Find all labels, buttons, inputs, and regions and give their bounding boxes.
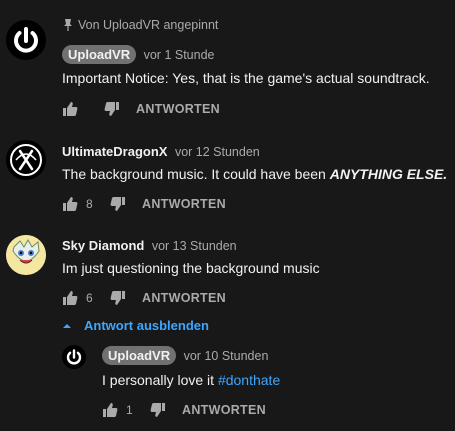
comment-timestamp[interactable]: vor 1 Stunde — [144, 48, 215, 62]
comment-timestamp[interactable]: vor 13 Stunden — [152, 239, 237, 253]
comment-text: The background music. It could have been… — [62, 166, 447, 182]
avatar-uploadvr[interactable] — [6, 20, 46, 60]
hashtag-link[interactable]: #donthate — [218, 372, 280, 388]
comment-text: Im just questioning the background music — [62, 260, 320, 276]
dragon-logo-icon — [6, 140, 46, 180]
like-count: 1 — [126, 403, 133, 417]
comment-actions: ANTWORTEN — [62, 99, 220, 119]
pinned-indicator: Von UploadVR angepinnt — [62, 18, 218, 32]
comment-header: UltimateDragonX vor 12 Stunden — [62, 144, 260, 159]
thumbs-up-icon[interactable] — [102, 402, 118, 418]
reply-button[interactable]: ANTWORTEN — [142, 197, 226, 211]
reply-text-main: I personally love it — [102, 372, 218, 388]
comment-actions: 8 ANTWORTEN — [62, 194, 226, 214]
reply-text: I personally love it #donthate — [102, 372, 280, 388]
chevron-up-icon — [62, 321, 72, 331]
hide-replies-label: Antwort ausblenden — [84, 318, 209, 333]
author-name[interactable]: Sky Diamond — [62, 238, 144, 253]
thumbs-down-icon[interactable] — [110, 196, 126, 212]
pinned-label: Von UploadVR angepinnt — [78, 18, 219, 32]
like-count: 8 — [86, 197, 93, 211]
reply-header: UploadVR vor 10 Stunden — [102, 346, 268, 365]
thumbs-down-icon[interactable] — [150, 402, 166, 418]
author-name[interactable]: UltimateDragonX — [62, 144, 167, 159]
reply-actions: 1 ANTWORTEN — [102, 400, 266, 420]
comment-text: Important Notice: Yes, that is the game'… — [62, 70, 430, 86]
comment-text-main: The background music. It could have been — [62, 166, 330, 182]
comment-actions: 6 ANTWORTEN — [62, 288, 226, 308]
power-logo-icon — [62, 345, 86, 369]
like-count: 6 — [86, 291, 93, 305]
pin-icon — [62, 18, 74, 32]
avatar-uploadvr[interactable] — [62, 345, 86, 369]
power-logo-icon — [6, 20, 46, 60]
thumbs-up-icon[interactable] — [62, 290, 78, 306]
thumbs-up-icon[interactable] — [62, 101, 78, 117]
hide-replies-button[interactable]: Antwort ausblenden — [62, 318, 209, 333]
reply-button[interactable]: ANTWORTEN — [142, 291, 226, 305]
reply-button[interactable]: ANTWORTEN — [136, 102, 220, 116]
comment-header: Sky Diamond vor 13 Stunden — [62, 238, 237, 253]
author-badge-uploadvr[interactable]: UploadVR — [102, 346, 177, 365]
thumbs-down-icon[interactable] — [110, 290, 126, 306]
author-badge-uploadvr[interactable]: UploadVR — [62, 45, 137, 64]
comment-timestamp[interactable]: vor 12 Stunden — [175, 145, 260, 159]
comment-text-emphasis: ANYTHING ELSE. — [329, 166, 448, 182]
avatar-sky-diamond[interactable] — [6, 235, 46, 275]
cartoon-face-icon — [6, 235, 46, 275]
reply-timestamp[interactable]: vor 10 Stunden — [184, 349, 269, 363]
comment-header: UploadVR vor 1 Stunde — [62, 45, 215, 64]
thumbs-up-icon[interactable] — [62, 196, 78, 212]
thumbs-down-icon[interactable] — [104, 101, 120, 117]
avatar-ultimatedragonx[interactable] — [6, 140, 46, 180]
reply-button[interactable]: ANTWORTEN — [182, 403, 266, 417]
